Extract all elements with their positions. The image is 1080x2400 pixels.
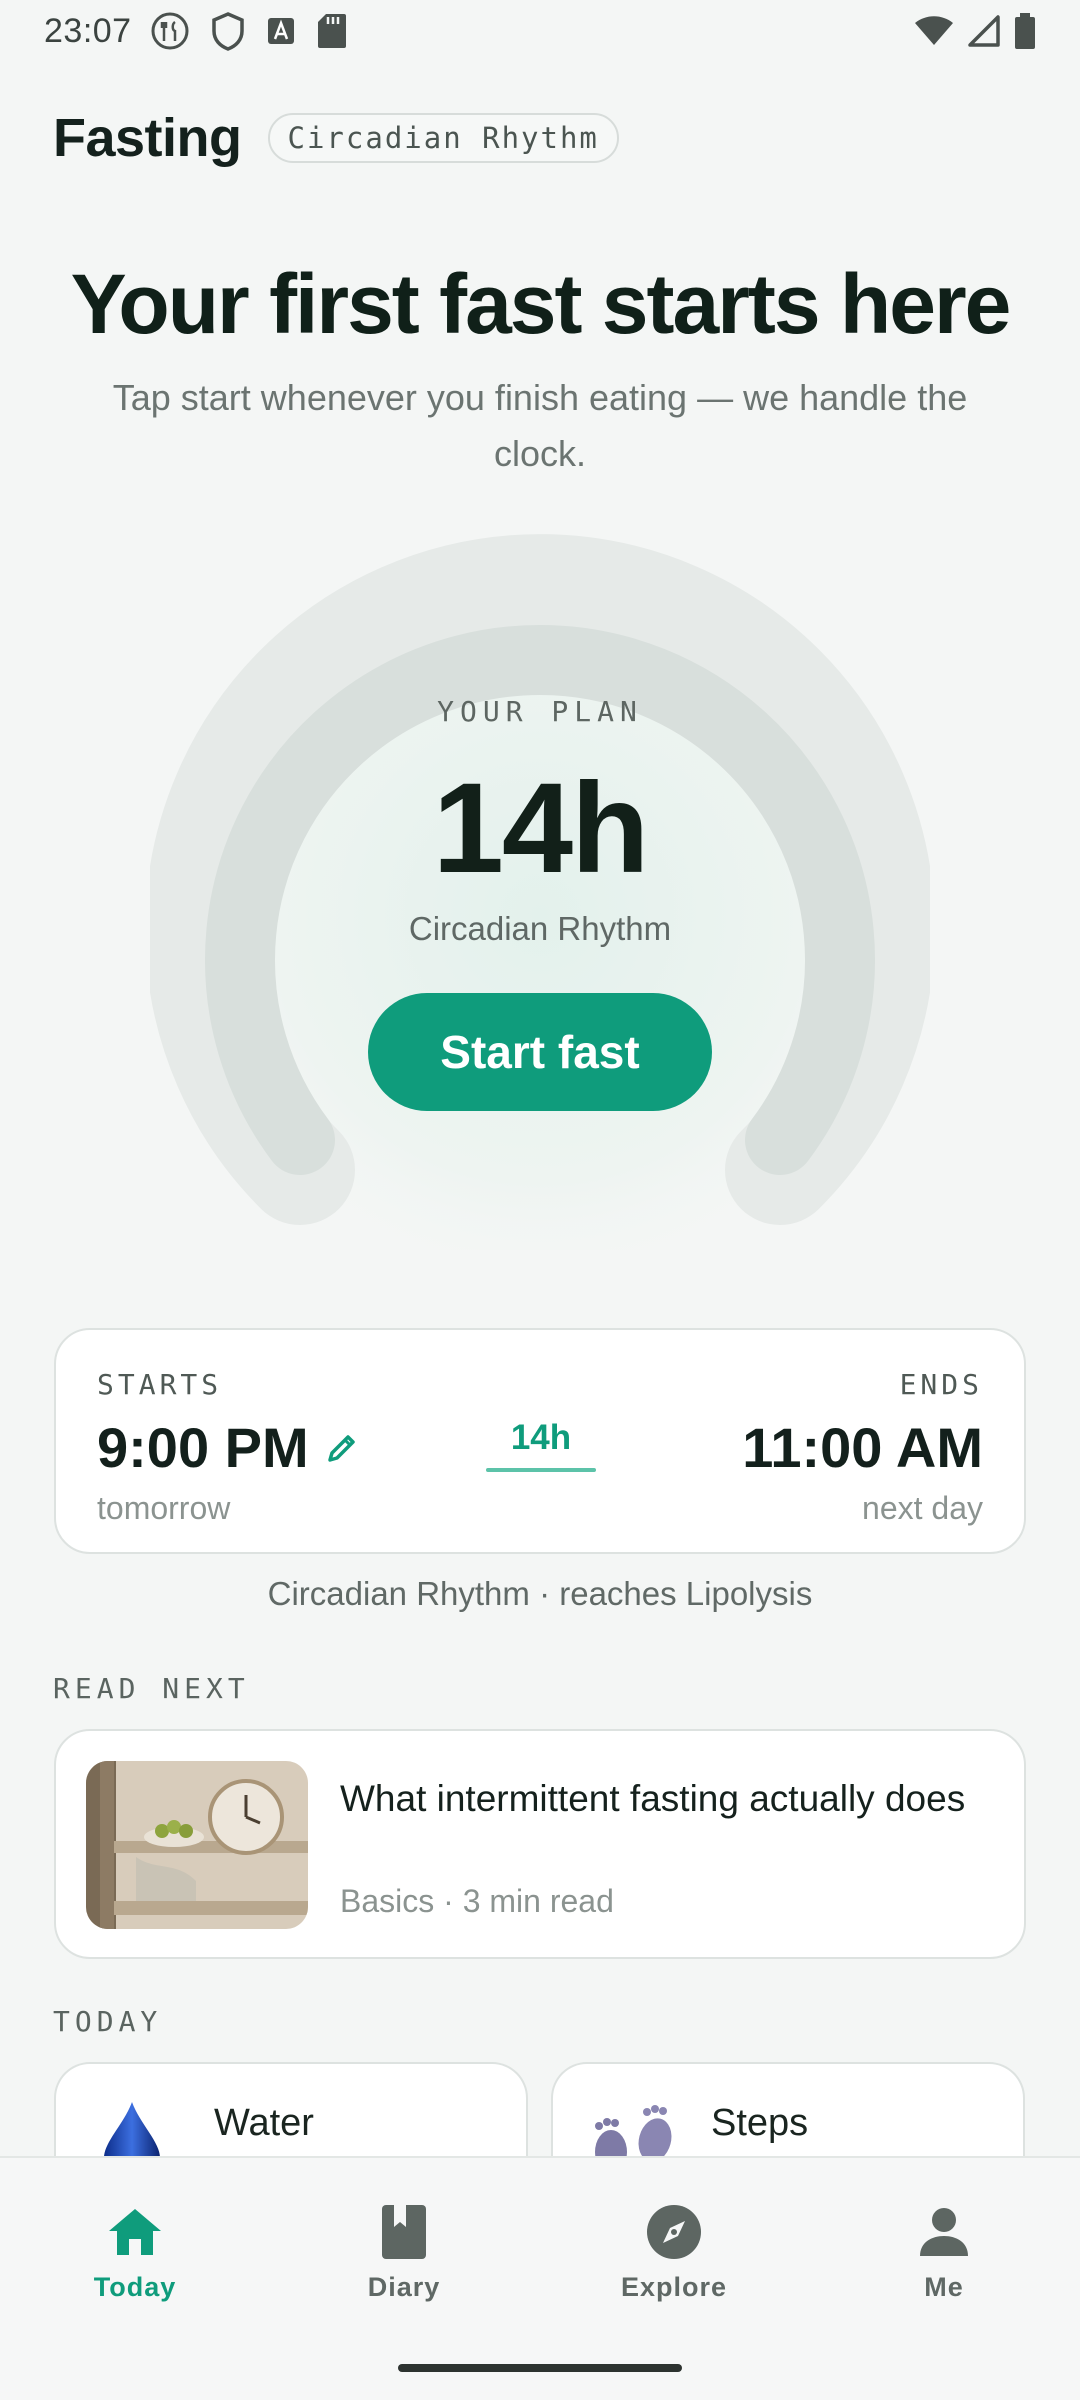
start-label: STARTS xyxy=(97,1368,223,1401)
battery-icon xyxy=(1014,13,1036,49)
app-header: Fasting Circadian Rhythm xyxy=(53,108,619,168)
status-icons-left xyxy=(150,11,348,51)
end-label: ENDS xyxy=(899,1368,983,1401)
book-icon xyxy=(304,2202,504,2262)
steps-label: Steps xyxy=(711,2102,809,2144)
schedule-start: STARTS 9:00 PM tomorrow xyxy=(97,1368,359,1527)
plan-label: YOUR PLAN xyxy=(437,695,643,728)
nav-today-label: Today xyxy=(93,2272,177,2302)
fasting-dial: YOUR PLAN 14h Circadian Rhythm Start fas… xyxy=(150,530,930,1250)
status-time: 23:07 xyxy=(44,11,132,50)
duration-text: 14h xyxy=(510,1418,572,1457)
signal-icon xyxy=(968,15,1000,47)
article-card[interactable]: What intermittent fasting actually does … xyxy=(54,1729,1026,1959)
article-thumbnail xyxy=(86,1761,308,1929)
plan-chip[interactable]: Circadian Rhythm xyxy=(267,113,619,163)
start-time-row: 9:00 PM xyxy=(97,1415,359,1480)
end-day: next day xyxy=(862,1490,983,1526)
nav-me-label: Me xyxy=(924,2272,964,2302)
start-time: 9:00 PM xyxy=(97,1416,309,1479)
read-next-label: READ NEXT xyxy=(53,1672,250,1705)
start-fast-button[interactable]: Start fast xyxy=(368,993,712,1111)
nav-diary-label: Diary xyxy=(367,2272,441,2302)
font-icon xyxy=(266,16,296,46)
article-meta: Basics · 3 min read xyxy=(340,1883,614,1919)
person-icon xyxy=(844,2202,1044,2262)
status-icons-right xyxy=(914,13,1036,49)
hero-title: Your first fast starts here xyxy=(70,257,1012,351)
start-day: tomorrow xyxy=(97,1490,231,1526)
compass-icon xyxy=(574,2202,774,2262)
duration-indicator: 14h xyxy=(486,1418,596,1472)
status-bar: 23:07 xyxy=(0,0,1080,62)
edit-pencil-icon[interactable] xyxy=(325,1431,359,1465)
phase-note: Circadian Rhythm · reaches Lipolysis xyxy=(267,1575,813,1612)
nav-explore-label: Explore xyxy=(620,2272,728,2302)
nav-me[interactable]: Me xyxy=(844,2202,1044,2303)
article-title: What intermittent fasting actually does xyxy=(340,1778,966,1819)
today-label: TODAY xyxy=(53,2005,163,2038)
page-title: Fasting xyxy=(53,108,242,168)
schedule-card: STARTS 9:00 PM tomorrow 14h ENDS 11:00 A… xyxy=(54,1328,1026,1554)
end-time: 11:00 AM xyxy=(742,1416,983,1479)
hero-subtitle: Tap start whenever you finish eating — w… xyxy=(112,377,968,474)
end-time-row: 11:00 AM xyxy=(742,1415,983,1480)
schedule-end: ENDS 11:00 AM next day xyxy=(742,1368,983,1527)
wifi-icon xyxy=(914,15,954,47)
nav-diary[interactable]: Diary xyxy=(304,2202,504,2303)
sd-card-icon xyxy=(316,12,348,50)
plan-hours: 14h xyxy=(432,757,650,900)
plan-name: Circadian Rhythm xyxy=(408,910,672,947)
home-icon xyxy=(35,2202,235,2262)
nav-today[interactable]: Today xyxy=(35,2202,235,2303)
duration-bar xyxy=(486,1468,596,1472)
home-indicator[interactable] xyxy=(398,2364,682,2372)
nav-explore[interactable]: Explore xyxy=(574,2202,774,2303)
shield-icon xyxy=(210,11,246,51)
restaurant-icon xyxy=(150,11,190,51)
water-label: Water xyxy=(214,2102,314,2144)
